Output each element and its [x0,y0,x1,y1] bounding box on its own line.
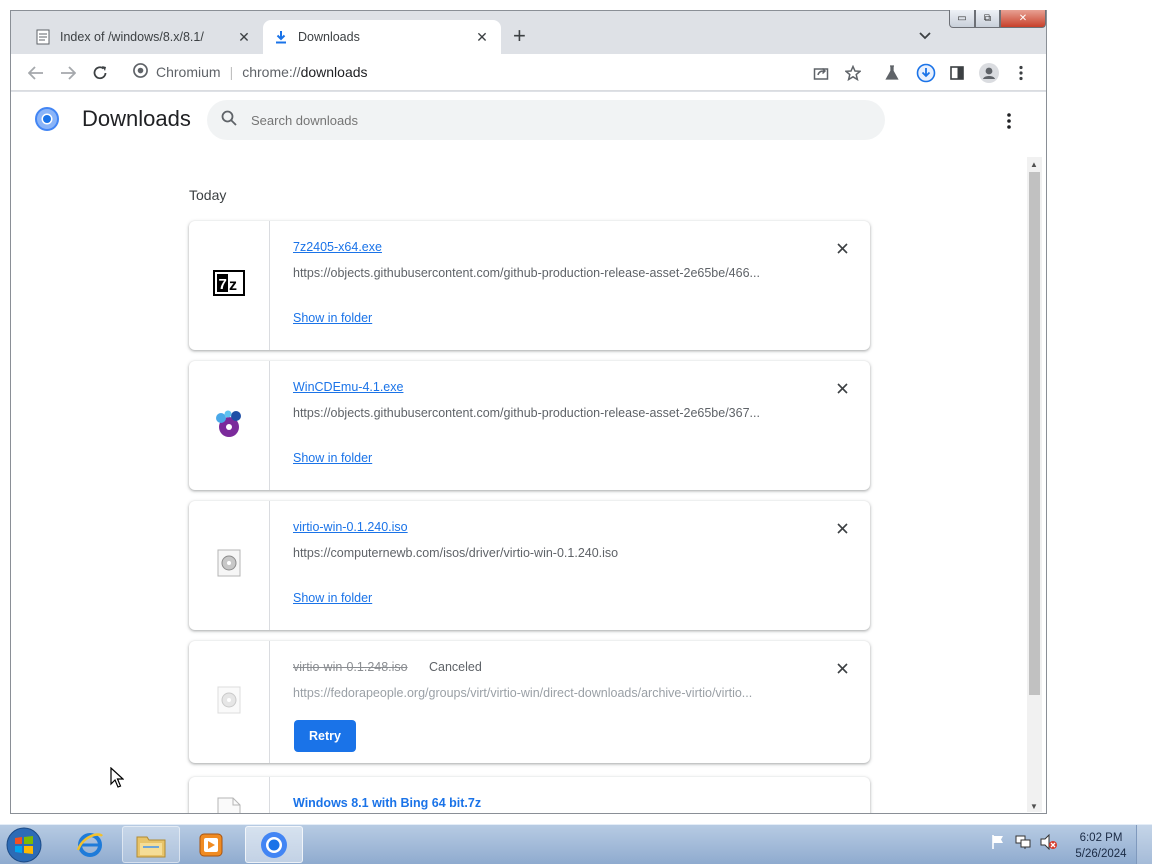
show-in-folder-link[interactable]: Show in folder [293,311,372,325]
download-item: virtio-win-0.1.240.iso https://computern… [189,501,870,630]
source-url: https://fedorapeople.org/groups/virt/vir… [293,686,753,700]
page-scrollbar[interactable]: ▲ ▼ [1027,157,1042,812]
chromium-icon [133,63,148,81]
side-panel-icon[interactable] [946,62,968,84]
url-host: downloads [300,64,368,80]
network-icon[interactable] [1014,834,1032,855]
tab-index[interactable]: Index of /windows/8.x/8.1/ ✕ [25,20,263,54]
maximize-button[interactable]: ⧉ [975,10,1000,28]
toolbar: Chromium | chrome://downloads [11,54,1046,91]
show-in-folder-link[interactable]: Show in folder [293,591,372,605]
show-in-folder-link[interactable]: Show in folder [293,451,372,465]
disc-image-icon [217,549,241,582]
document-icon [35,29,51,45]
chromium-logo-icon [35,107,59,131]
scroll-down-arrow-icon[interactable]: ▼ [1030,802,1038,811]
downloads-header: Downloads [11,92,1046,148]
close-icon[interactable] [833,379,851,397]
address-bar[interactable]: Chromium | chrome://downloads [123,57,883,87]
url-scheme: chrome:// [242,64,301,80]
media-player-icon[interactable] [182,826,240,863]
7zip-icon: 7z [213,270,245,301]
status-canceled: Canceled [429,660,482,674]
close-icon[interactable]: ✕ [235,29,253,46]
source-url: https://computernewb.com/isos/driver/vir… [293,546,619,560]
chromium-taskbar-icon[interactable] [245,826,303,863]
volume-muted-icon[interactable] [1040,833,1058,855]
site-label: Chromium [156,64,221,80]
clock-time: 6:02 PM [1079,832,1123,844]
filename-link[interactable]: virtio-win-0.1.240.iso [293,520,408,534]
filename-canceled: virtio-win-0.1.248.iso [293,660,408,674]
share-icon[interactable] [810,62,832,84]
mouse-cursor-icon [110,766,125,794]
minimize-button[interactable]: ▭ [949,10,975,28]
forward-arrow-icon[interactable] [57,62,79,84]
taskbar: 6:02 PM 5/26/2024 [0,824,1152,864]
source-url: https://objects.githubusercontent.com/gi… [293,266,760,280]
tab-title: Downloads [298,30,360,44]
search-input[interactable] [251,112,851,128]
download-item: 7z 7z2405-x64.exe https://objects.github… [189,221,870,350]
chevron-down-icon[interactable] [919,27,931,45]
close-window-button[interactable]: ✕ [1000,10,1046,28]
filename-link[interactable]: 7z2405-x64.exe [293,240,382,254]
download-icon [273,29,289,45]
new-tab-button[interactable]: + [513,25,526,47]
close-icon[interactable]: ✕ [473,29,491,46]
show-desktop-button[interactable] [1136,825,1152,864]
file-explorer-icon[interactable] [122,826,180,863]
profile-avatar-icon[interactable] [978,62,1000,84]
omnibox-divider: | [229,64,234,80]
filename-link[interactable]: WinCDEmu-4.1.exe [293,380,403,394]
scroll-up-arrow-icon[interactable]: ▲ [1030,160,1038,169]
start-button[interactable] [4,827,44,863]
labs-flask-icon[interactable] [881,62,903,84]
wincdemu-icon [212,406,246,445]
taskbar-clock[interactable]: 6:02 PM 5/26/2024 [1066,830,1136,862]
tab-title: Index of /windows/8.x/8.1/ [60,30,204,44]
action-center-flag-icon[interactable] [990,834,1006,855]
close-icon[interactable] [833,519,851,537]
filename-label[interactable]: Windows 8.1 with Bing 64 bit.7z [293,796,481,810]
more-actions-icon[interactable] [1001,110,1017,132]
search-bar[interactable] [207,100,885,140]
downloads-toolbar-icon[interactable] [915,62,937,84]
search-icon [221,110,237,131]
file-icon [217,797,241,813]
retry-button[interactable]: Retry [294,720,356,752]
back-arrow-icon[interactable] [25,62,47,84]
close-icon[interactable] [833,239,851,257]
download-item: WinCDEmu-4.1.exe https://objects.githubu… [189,361,870,490]
internet-explorer-icon[interactable] [61,826,119,863]
bookmark-star-icon[interactable] [842,62,864,84]
browser-window: Index of /windows/8.x/8.1/ ✕ Downloads ✕… [10,10,1047,814]
reload-icon[interactable] [89,62,111,84]
close-icon[interactable] [833,659,851,677]
page-title: Downloads [82,106,191,131]
downloads-page: Downloads Today 7z 7z2405-x64.exe https:… [11,92,1046,813]
svg-text:z: z [229,277,237,294]
disc-image-icon [217,686,241,719]
clock-date: 5/26/2024 [1075,848,1127,860]
download-item-canceled: virtio-win-0.1.248.iso Canceled https://… [189,641,870,763]
tab-downloads[interactable]: Downloads ✕ [263,20,501,54]
browser-menu-icon[interactable] [1010,62,1032,84]
svg-text:7: 7 [219,276,227,293]
date-section-label: Today [189,187,227,203]
source-url: https://objects.githubusercontent.com/gi… [293,406,760,420]
system-tray [990,831,1058,857]
download-item: Windows 8.1 with Bing 64 bit.7z [189,777,870,813]
tab-strip: Index of /windows/8.x/8.1/ ✕ Downloads ✕… [11,10,1046,54]
scroll-thumb[interactable] [1029,172,1040,695]
